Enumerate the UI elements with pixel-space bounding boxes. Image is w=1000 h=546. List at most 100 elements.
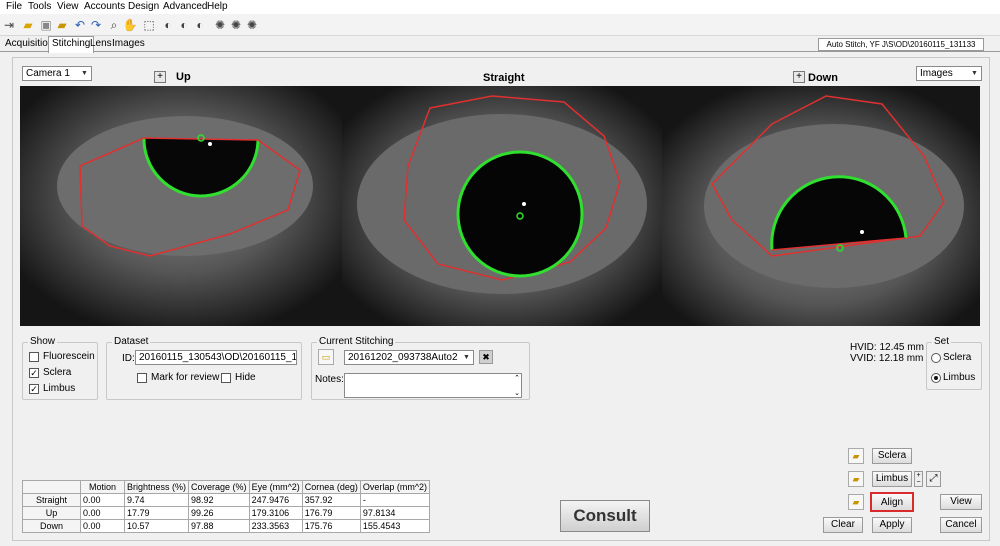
menu-bar: File Tools View Accounts Design Advanced…: [0, 0, 1000, 14]
sclera-checkbox[interactable]: ✓: [29, 368, 39, 378]
menu-help[interactable]: Help: [207, 1, 228, 12]
set-limbus-label: Limbus: [943, 372, 976, 383]
table-cell: 98.92: [188, 493, 250, 507]
fluorescein-checkbox[interactable]: [29, 352, 39, 362]
table-header: [22, 480, 81, 494]
image-icon[interactable]: ▣: [38, 17, 54, 33]
images-select[interactable]: Images ▼: [916, 66, 982, 81]
cancel-button[interactable]: Cancel: [940, 517, 982, 533]
limbus-button[interactable]: Limbus: [872, 471, 912, 487]
select-icon[interactable]: ⬚: [141, 17, 157, 33]
zoom-icon[interactable]: ⌕: [106, 17, 122, 33]
pan-hand-icon[interactable]: ✋: [122, 17, 138, 33]
eye-image-down[interactable]: [662, 86, 980, 326]
set-sclera-label: Sclera: [943, 352, 972, 363]
add-down-button[interactable]: +: [793, 71, 805, 83]
table-cell: 97.8134: [359, 506, 431, 520]
add-up-button[interactable]: +: [154, 71, 166, 83]
dataset-group: Dataset ID: 20160115_130543\OD\20160115_…: [106, 336, 302, 400]
align-button[interactable]: Align: [870, 492, 914, 512]
clear-button[interactable]: Clear: [823, 517, 863, 533]
stitching-select[interactable]: 20161202_093738Auto2 ▼: [344, 350, 474, 365]
table-cell: 10.57: [123, 519, 190, 533]
folder-icon[interactable]: ▰: [20, 17, 36, 33]
eye-image-up-svg: [20, 86, 342, 326]
set-limbus-radio[interactable]: [931, 373, 941, 383]
view-button[interactable]: View: [940, 494, 982, 510]
panel-title-up: Up: [176, 71, 191, 83]
menu-advanced[interactable]: Advanced: [163, 1, 207, 12]
eye-image-up[interactable]: [20, 86, 342, 326]
eye-image-straight-svg: [342, 86, 662, 326]
stitch-metrics-table: Motion Brightness (%) Coverage (%) Eye (…: [22, 480, 431, 533]
show-group-title: Show: [28, 336, 58, 347]
eye-image-down-svg: [662, 86, 980, 326]
chevron-down-icon: ▼: [81, 70, 88, 77]
images-select-value: Images: [920, 68, 953, 79]
table-cell: 17.79: [123, 506, 190, 520]
menu-tools[interactable]: Tools: [28, 1, 51, 12]
table-row-header: Down: [22, 519, 81, 533]
limbus-fit-icon[interactable]: ⤢: [926, 471, 941, 487]
table-cell: 179.3106: [248, 506, 303, 520]
notes-label: Notes:: [315, 374, 344, 385]
mark-for-review-checkbox[interactable]: [137, 373, 147, 383]
limbus-load-icon[interactable]: ▰: [848, 471, 864, 487]
current-stitching-group: Current Stitching ▭ 20161202_093738Auto2…: [311, 336, 530, 400]
menu-file[interactable]: File: [6, 1, 22, 12]
table-cell: 0.00: [80, 519, 125, 533]
consult-button[interactable]: Consult: [560, 500, 650, 532]
panel-title-down: Down: [808, 72, 838, 84]
contrast-1-icon[interactable]: ◐: [160, 17, 176, 33]
contrast-2-icon[interactable]: ◐: [176, 17, 192, 33]
scroll-down-icon[interactable]: ⌄: [514, 389, 520, 397]
table-header: Brightness (%): [123, 480, 190, 494]
camera-select[interactable]: Camera 1 ▼: [22, 66, 92, 81]
table-cell: -: [359, 493, 431, 507]
sclera-button[interactable]: Sclera: [872, 448, 912, 464]
undo-icon[interactable]: ↶: [72, 17, 88, 33]
table-cell: 155.4543: [359, 519, 431, 533]
table-header: Cornea (deg): [301, 480, 361, 494]
brightness-2-icon[interactable]: ✺: [228, 17, 244, 33]
apply-button[interactable]: Apply: [872, 517, 912, 533]
tab-images[interactable]: Images: [109, 37, 148, 52]
limbus-checkbox[interactable]: ✓: [29, 384, 39, 394]
menu-view[interactable]: View: [57, 1, 79, 12]
export-icon[interactable]: ▰: [54, 17, 70, 33]
stitching-settings-icon[interactable]: ✖: [479, 350, 493, 364]
sclera-label: Sclera: [43, 367, 72, 378]
table-cell: 176.79: [301, 506, 361, 520]
brightness-3-icon[interactable]: ✺: [244, 17, 260, 33]
sclera-load-icon[interactable]: ▰: [848, 448, 864, 464]
contrast-3-icon[interactable]: ◐: [192, 17, 208, 33]
align-load-icon[interactable]: ▰: [848, 494, 864, 510]
menu-design[interactable]: Design: [128, 1, 159, 12]
table-header: Eye (mm^2): [248, 480, 303, 494]
redo-icon[interactable]: ↷: [88, 17, 104, 33]
table-row: Straight 0.00 9.74 98.92 247.9476 357.92…: [22, 493, 431, 507]
hvid-value: HVID: 12.45 mm: [850, 342, 924, 353]
table-cell: 357.92: [301, 493, 361, 507]
limbus-spinner[interactable]: + −: [914, 471, 923, 487]
table-header-row: Motion Brightness (%) Coverage (%) Eye (…: [22, 480, 431, 494]
exit-icon[interactable]: ⇥: [1, 17, 17, 33]
table-header: Overlap (mm^2): [359, 480, 431, 494]
table-row: Up 0.00 17.79 99.26 179.3106 176.79 97.8…: [22, 506, 431, 520]
mark-for-review-label: Mark for review: [151, 372, 220, 383]
dataset-id-field[interactable]: 20160115_130543\OD\20160115_131133: [135, 350, 297, 365]
dataset-id-label: ID:: [122, 353, 135, 364]
chevron-down-icon: ▼: [971, 70, 978, 77]
hide-checkbox[interactable]: [221, 373, 231, 383]
notes-field[interactable]: ⌃ ⌄: [344, 373, 522, 398]
set-group: Set Sclera Limbus: [926, 336, 982, 390]
show-group: Show Fluorescein ✓ Sclera ✓ Limbus: [22, 336, 98, 400]
brightness-1-icon[interactable]: ✺: [212, 17, 228, 33]
scroll-up-icon[interactable]: ⌃: [514, 374, 520, 382]
stitching-file-icon[interactable]: ▭: [318, 349, 334, 365]
menu-accounts[interactable]: Accounts: [84, 1, 125, 12]
eye-image-straight[interactable]: [342, 86, 662, 326]
toolbar: ⇥ ▰ ▣ ▰ ↶ ↷ ⌕ ✋ ⬚ ◐ ◐ ◐ ✺ ✺ ✺: [0, 14, 1000, 36]
set-sclera-radio[interactable]: [931, 353, 941, 363]
panel-title-straight: Straight: [483, 72, 525, 84]
